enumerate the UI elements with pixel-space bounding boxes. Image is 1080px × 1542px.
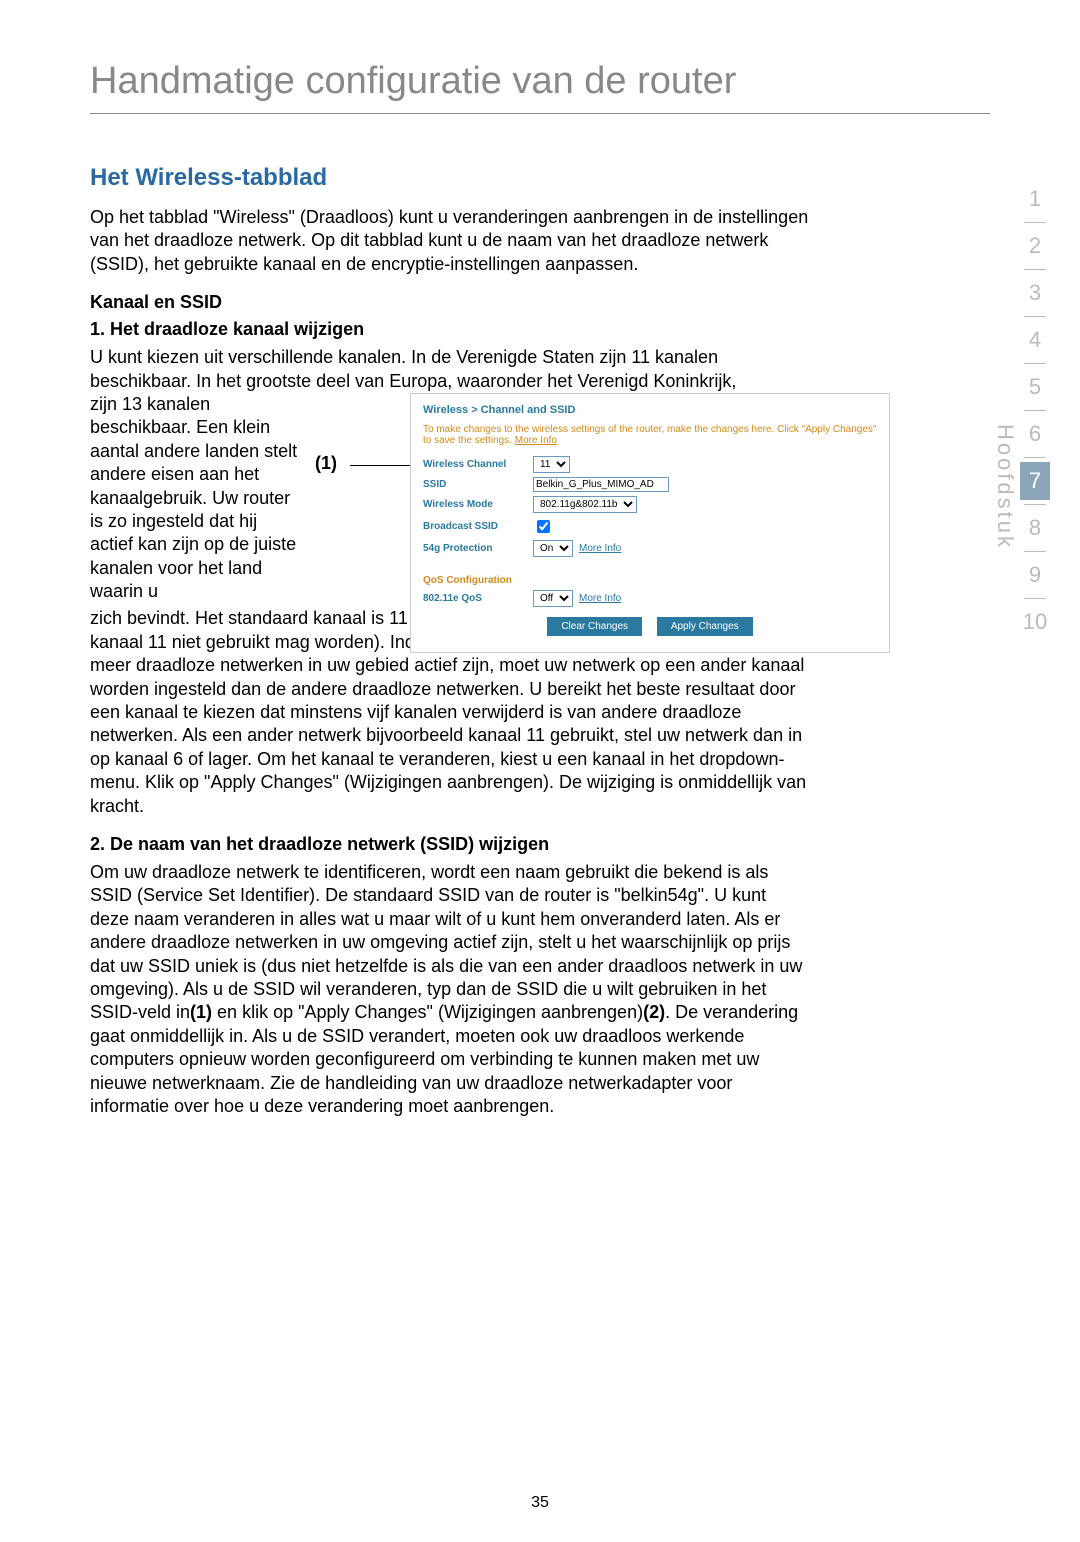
para2: Om uw draadloze netwerk te identificeren… (90, 861, 810, 1118)
wireless-mode-select[interactable]: 802.11g&802.11b (533, 496, 637, 513)
subheading-kanaal-ssid: Kanaal en SSID (90, 292, 990, 313)
apply-changes-button[interactable]: Apply Changes (657, 617, 753, 636)
chapter-nav-divider (1024, 222, 1046, 223)
more-info-link[interactable]: More Info (515, 435, 557, 446)
chapter-nav-divider (1024, 269, 1046, 270)
qos-heading: QoS Configuration (423, 575, 877, 586)
qos-select[interactable]: Off (533, 590, 573, 607)
clear-changes-button[interactable]: Clear Changes (547, 617, 642, 636)
wireless-channel-select[interactable]: 11 (533, 456, 570, 473)
chapter-nav-divider (1024, 363, 1046, 364)
panel-description: To make changes to the wireless settings… (423, 424, 877, 446)
chapter-nav-item-3[interactable]: 3 (1020, 274, 1050, 312)
chapter-nav-divider (1024, 457, 1046, 458)
chapter-nav-item-8[interactable]: 8 (1020, 509, 1050, 547)
chapter-nav-item-6[interactable]: 6 (1020, 415, 1050, 453)
more-info-link-qos[interactable]: More Info (579, 593, 621, 604)
chapter-nav: 1 2 3 4 5 6 7 8 9 10 (1020, 180, 1050, 641)
chapter-nav-divider (1024, 504, 1046, 505)
para1-top: U kunt kiezen uit verschillende kanalen.… (90, 346, 810, 393)
chapter-nav-divider (1024, 551, 1046, 552)
page-number: 35 (0, 1494, 1080, 1512)
chapter-nav-item-1[interactable]: 1 (1020, 180, 1050, 218)
label-broadcast-ssid: Broadcast SSID (423, 521, 533, 532)
chapter-nav-item-10[interactable]: 10 (1020, 603, 1050, 641)
callout-1-line (350, 465, 410, 466)
callout-1-label: (1) (315, 453, 337, 474)
breadcrumb: Wireless > Channel and SSID (423, 404, 877, 416)
page-title: Handmatige configuratie van de router (90, 60, 990, 103)
section-heading: Het Wireless-tabblad (90, 164, 990, 192)
label-ssid: SSID (423, 479, 533, 490)
intro-paragraph: Op het tabblad "Wireless" (Draadloos) ku… (90, 206, 810, 276)
chapter-nav-divider (1024, 410, 1046, 411)
label-wireless-mode: Wireless Mode (423, 499, 533, 510)
label-qos: 802.11e QoS (423, 593, 533, 604)
chapter-nav-divider (1024, 316, 1046, 317)
subheading-1: 1. Het draadloze kanaal wijzigen (90, 319, 990, 340)
ssid-input[interactable] (533, 477, 669, 492)
chapter-nav-item-4[interactable]: 4 (1020, 321, 1050, 359)
label-54g-protection: 54g Protection (423, 543, 533, 554)
protection-select[interactable]: On (533, 540, 573, 557)
para1-side: zijn 13 kanalen beschikbaar. Een klein a… (90, 393, 300, 604)
title-rule (90, 113, 990, 114)
chapter-nav-item-5[interactable]: 5 (1020, 368, 1050, 406)
chapter-label: Hoofdstuk (992, 424, 1018, 550)
chapter-nav-divider (1024, 598, 1046, 599)
label-wireless-channel: Wireless Channel (423, 459, 533, 470)
chapter-nav-item-2[interactable]: 2 (1020, 227, 1050, 265)
chapter-nav-item-9[interactable]: 9 (1020, 556, 1050, 594)
broadcast-ssid-checkbox[interactable] (537, 520, 550, 533)
router-config-panel: Wireless > Channel and SSID To make chan… (410, 393, 890, 653)
subheading-2: 2. De naam van het draadloze netwerk (SS… (90, 834, 990, 855)
more-info-link-protection[interactable]: More Info (579, 543, 621, 554)
chapter-nav-item-7[interactable]: 7 (1020, 462, 1050, 500)
